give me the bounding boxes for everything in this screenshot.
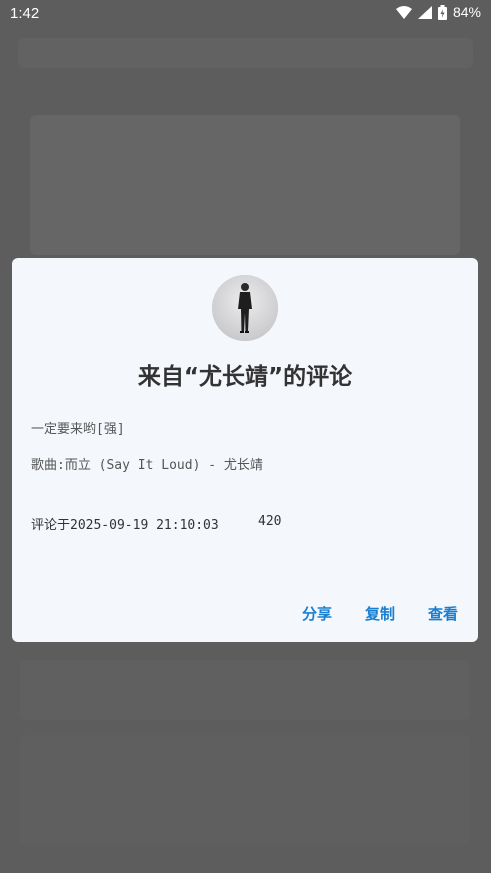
status-bar: 1:42 84% <box>0 0 491 28</box>
comment-text: 一定要来哟[强] <box>31 422 125 437</box>
status-time: 1:42 <box>10 5 40 22</box>
status-icons: 84% <box>395 4 481 20</box>
comment-date: 评论于2025-09-19 21:10:03 <box>31 518 219 533</box>
wifi-icon <box>395 5 412 19</box>
song-info[interactable]: 歌曲:而立 (Say It Loud) - 尤长靖 <box>31 454 263 473</box>
comment-dialog: 来自“尤长靖”的评论 一定要来哟[强] 歌曲:而立 (Say It Loud) … <box>12 258 478 642</box>
copy-button[interactable]: 复制 <box>365 603 395 624</box>
avatar[interactable] <box>212 275 278 341</box>
battery-icon <box>437 4 447 20</box>
dialog-title: 来自“尤长靖”的评论 <box>137 364 353 390</box>
view-button[interactable]: 查看 <box>428 603 458 624</box>
battery-percent: 84% <box>452 4 481 20</box>
signal-icon <box>417 5 432 19</box>
like-count: 420 <box>258 514 282 529</box>
share-button[interactable]: 分享 <box>302 603 332 624</box>
